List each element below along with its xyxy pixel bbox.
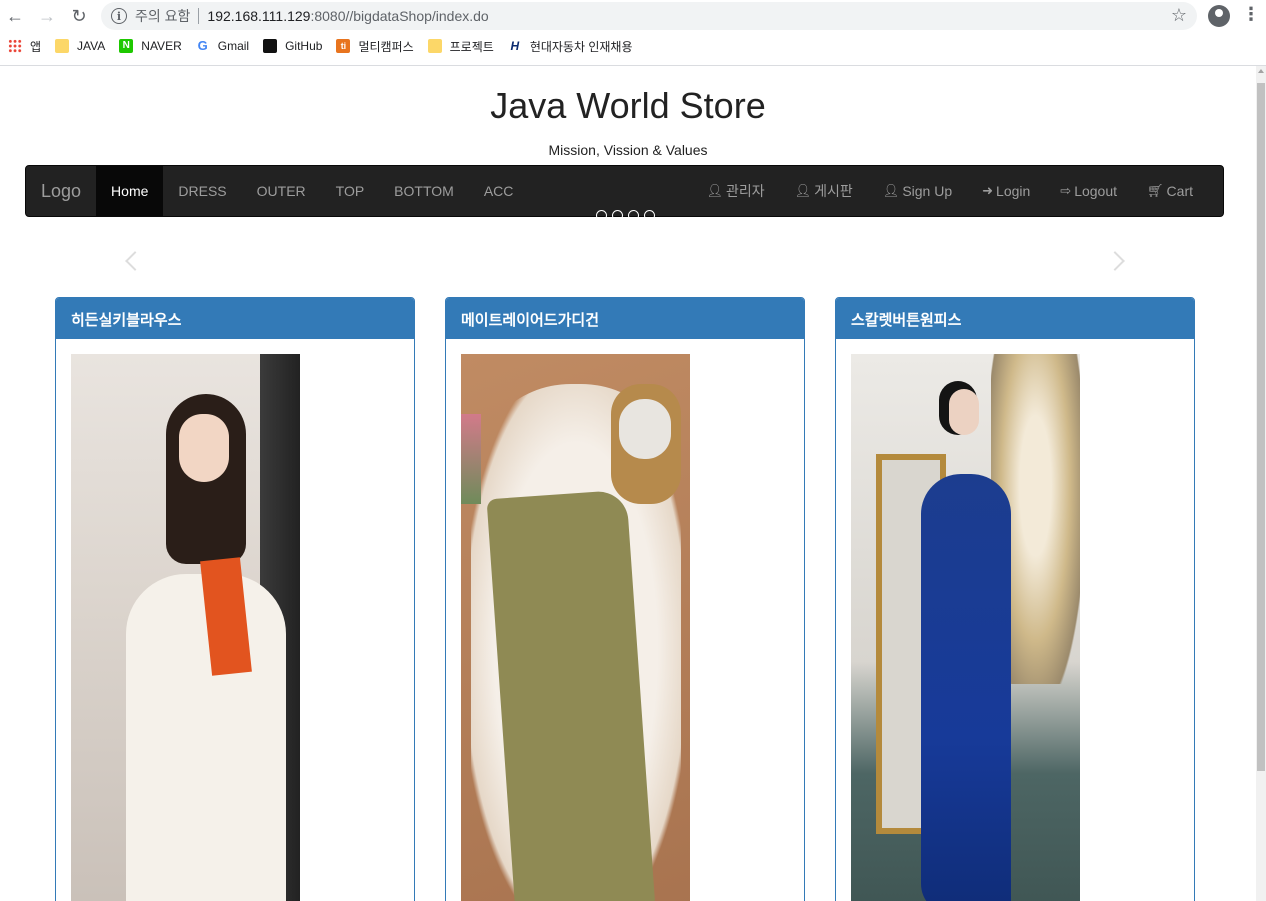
bookmark-star-icon[interactable]: ☆ [1171,5,1187,26]
bookmark-multicampus[interactable]: ti 멀티캠퍼스 [336,38,414,55]
scrollbar-thumb[interactable] [1257,83,1265,771]
bookmark-label: 멀티캠퍼스 [358,39,414,54]
nav-right: 👤︎ 관리자 👤︎ 게시판 👤︎ Sign Up ➜ Login ⇨ Logout 🛒︎ C… [691,166,1208,216]
menu-kebab-icon[interactable]: ⋮ [1242,4,1260,25]
bookmark-label: 현대자동차 인재채용 [529,39,633,54]
apps-icon [8,39,22,53]
nav-board-label: 게시판 [814,183,853,199]
nav-logout[interactable]: ⇨ Logout [1045,166,1132,216]
bookmark-label: JAVA [77,39,106,53]
nav-home[interactable]: Home [96,166,164,216]
naver-icon: N [119,39,134,53]
bookmark-project[interactable]: 프로젝트 [427,38,494,55]
bookmark-naver[interactable]: N NAVER [119,39,182,53]
bookmark-label: 앱 [30,39,42,54]
nav-cart[interactable]: 🛒︎ Cart [1132,166,1208,216]
back-arrow-icon[interactable]: ← [3,4,27,28]
address-bar[interactable]: i 주의 요함 192.168.111.129 :8080//bigdataSh… [101,2,1197,30]
bookmark-apps[interactable]: 앱 [8,38,41,55]
bookmark-java[interactable]: JAVA [55,39,105,53]
hyundai-icon: H [510,39,520,53]
info-icon[interactable]: i [111,8,127,24]
carousel-dot[interactable] [628,210,639,221]
bookmark-hyundai[interactable]: H 현대자동차 인재채용 [508,38,633,55]
product-title[interactable]: 메이트레이어드가디건 [446,298,804,339]
carousel-next-icon[interactable] [1108,252,1128,272]
page-scrollbar[interactable] [1256,66,1266,901]
navbar-brand[interactable]: Logo [26,166,96,216]
product-card: 히든실키블라우스 [55,297,415,901]
nav-cart-label: Cart [1166,183,1193,199]
product-image[interactable] [851,354,1080,901]
page-content: Java World Store Mission, Vission & Valu… [0,66,1256,901]
bookmark-label: GitHub [285,39,323,53]
nav-signup-label: Sign Up [902,183,953,199]
nav-login-label: Login [996,183,1031,199]
nav-dress[interactable]: DRESS [163,166,241,216]
nav-left: Home DRESS OUTER TOP BOTTOM ACC [96,166,528,216]
bookmark-gmail[interactable]: G Gmail [196,38,250,54]
product-image[interactable] [461,354,690,901]
bookmark-label: NAVER [141,39,182,53]
cart-icon: 🛒︎ [1147,183,1164,198]
security-warning[interactable]: 주의 요함 [135,6,190,26]
address-divider [198,8,200,24]
page-subtitle: Mission, Vission & Values [548,142,708,158]
jumbotron: Java World Store Mission, Vission & Valu… [0,66,1256,158]
nav-login[interactable]: ➜ Login [967,166,1045,216]
nav-admin[interactable]: 👤︎ 관리자 [691,166,779,216]
forward-arrow-icon[interactable]: → [35,4,59,28]
github-icon [263,39,278,53]
carousel-dot[interactable] [644,210,655,221]
bookmarks-bar: 앱 JAVA N NAVER G Gmail GitHub ti 멀티캠퍼스 프로젝트… [0,34,1266,58]
carousel-dot[interactable] [596,210,607,221]
url-host[interactable]: 192.168.111.129 [207,8,310,24]
carousel-dot[interactable] [612,210,623,221]
nav-board[interactable]: 👤︎ 게시판 [780,166,868,216]
nav-admin-label: 관리자 [726,183,765,199]
nav-signup[interactable]: 👤︎ Sign Up [868,166,967,216]
product-card: 스칼렛버튼원피스 [835,297,1195,901]
nav-logout-label: Logout [1074,183,1118,199]
page-title: Java World Store [490,85,766,126]
bookmark-label: Gmail [217,39,250,53]
carousel-indicators [596,210,655,221]
user-icon: 👤︎ [794,183,812,198]
login-icon: ➜ [982,183,994,198]
logout-icon: ⇨ [1060,183,1072,198]
folder-icon [55,39,70,53]
nav-bottom[interactable]: BOTTOM [379,166,469,216]
url-path[interactable]: :8080//bigdataShop/index.do [310,8,488,24]
nav-outer[interactable]: OUTER [242,166,321,216]
product-title[interactable]: 스칼렛버튼원피스 [836,298,1194,339]
google-icon: G [197,38,208,53]
bookmark-github[interactable]: GitHub [263,39,322,53]
folder-icon [427,39,442,53]
product-card: 메이트레이어드가디건 [445,297,805,901]
bookmark-label: 프로젝트 [449,39,494,54]
nav-top[interactable]: TOP [321,166,380,216]
user-icon: 👤︎ [706,183,723,198]
nav-acc[interactable]: ACC [469,166,529,216]
reload-icon[interactable]: ↻ [67,4,91,28]
multicampus-icon: ti [336,39,351,53]
scroll-up-icon[interactable] [1258,69,1264,73]
profile-avatar-icon[interactable] [1208,5,1230,27]
browser-toolbar: ← → ↻ i 주의 요함 192.168.111.129 :8080//big… [0,0,1266,32]
product-title[interactable]: 히든실키블라우스 [56,298,414,339]
user-icon: 👤︎ [882,183,900,198]
product-image[interactable] [71,354,300,901]
carousel-prev-icon[interactable] [124,252,144,272]
main-navbar: Logo Home DRESS OUTER TOP BOTTOM ACC 👤︎ 관… [25,165,1224,221]
